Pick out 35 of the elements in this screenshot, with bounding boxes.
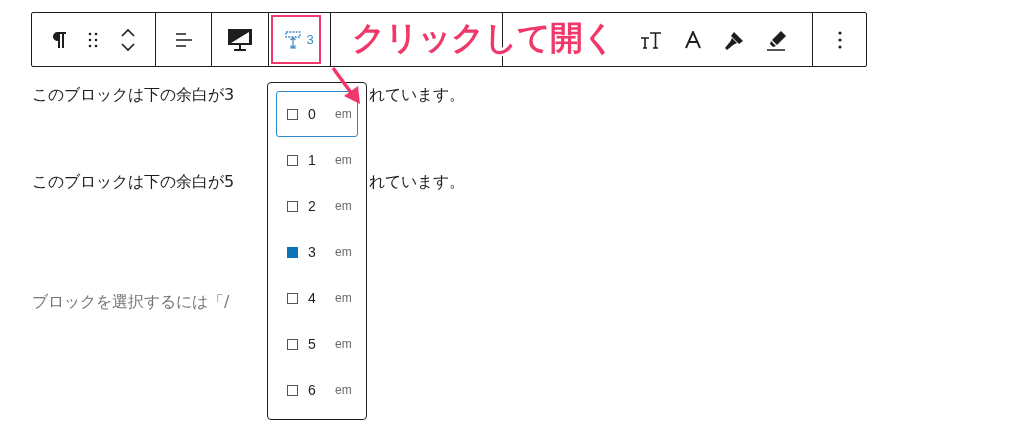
- unit-label: em: [335, 153, 352, 167]
- option-value: 4: [308, 290, 317, 306]
- spacing-option[interactable]: 6 em: [276, 367, 358, 413]
- unit-label: em: [335, 383, 352, 397]
- placeholder-text: ブロックを選択するには「/: [32, 292, 230, 311]
- option-value: 0: [308, 106, 317, 122]
- option-value: 3: [308, 244, 317, 260]
- spacing-option[interactable]: 4 em: [276, 275, 358, 321]
- unit-label: em: [335, 291, 352, 305]
- option-value: 1: [308, 152, 317, 168]
- checkbox[interactable]: [287, 154, 298, 166]
- checkbox[interactable]: [287, 338, 298, 350]
- checkbox[interactable]: [287, 384, 298, 396]
- checkbox[interactable]: [287, 108, 298, 120]
- spacing-option[interactable]: 1 em: [276, 137, 358, 183]
- spacing-button[interactable]: 3: [281, 26, 318, 53]
- paragraph-text: れています。: [369, 172, 465, 191]
- unit-label: em: [335, 337, 352, 351]
- option-value: 5: [308, 336, 317, 352]
- paragraph-text: このブロックは下の余白が3: [32, 85, 235, 104]
- checkbox[interactable]: [287, 292, 298, 304]
- unit-label: em: [335, 199, 352, 213]
- option-value: 2: [308, 198, 317, 214]
- checkbox[interactable]: [287, 200, 298, 212]
- spacing-icon: [285, 30, 302, 49]
- spacing-option[interactable]: 3 em: [276, 229, 358, 275]
- highlight-frame: [271, 15, 321, 64]
- spacing-option[interactable]: 2 em: [276, 183, 358, 229]
- unit-label: em: [335, 245, 352, 259]
- checkbox[interactable]: [287, 246, 298, 258]
- unit-label: em: [335, 107, 352, 121]
- paragraph-text: れています。: [369, 85, 465, 104]
- spacing-option[interactable]: 5 em: [276, 321, 358, 367]
- option-value: 6: [308, 382, 317, 398]
- paragraph-text: このブロックは下の余白が5: [32, 172, 235, 191]
